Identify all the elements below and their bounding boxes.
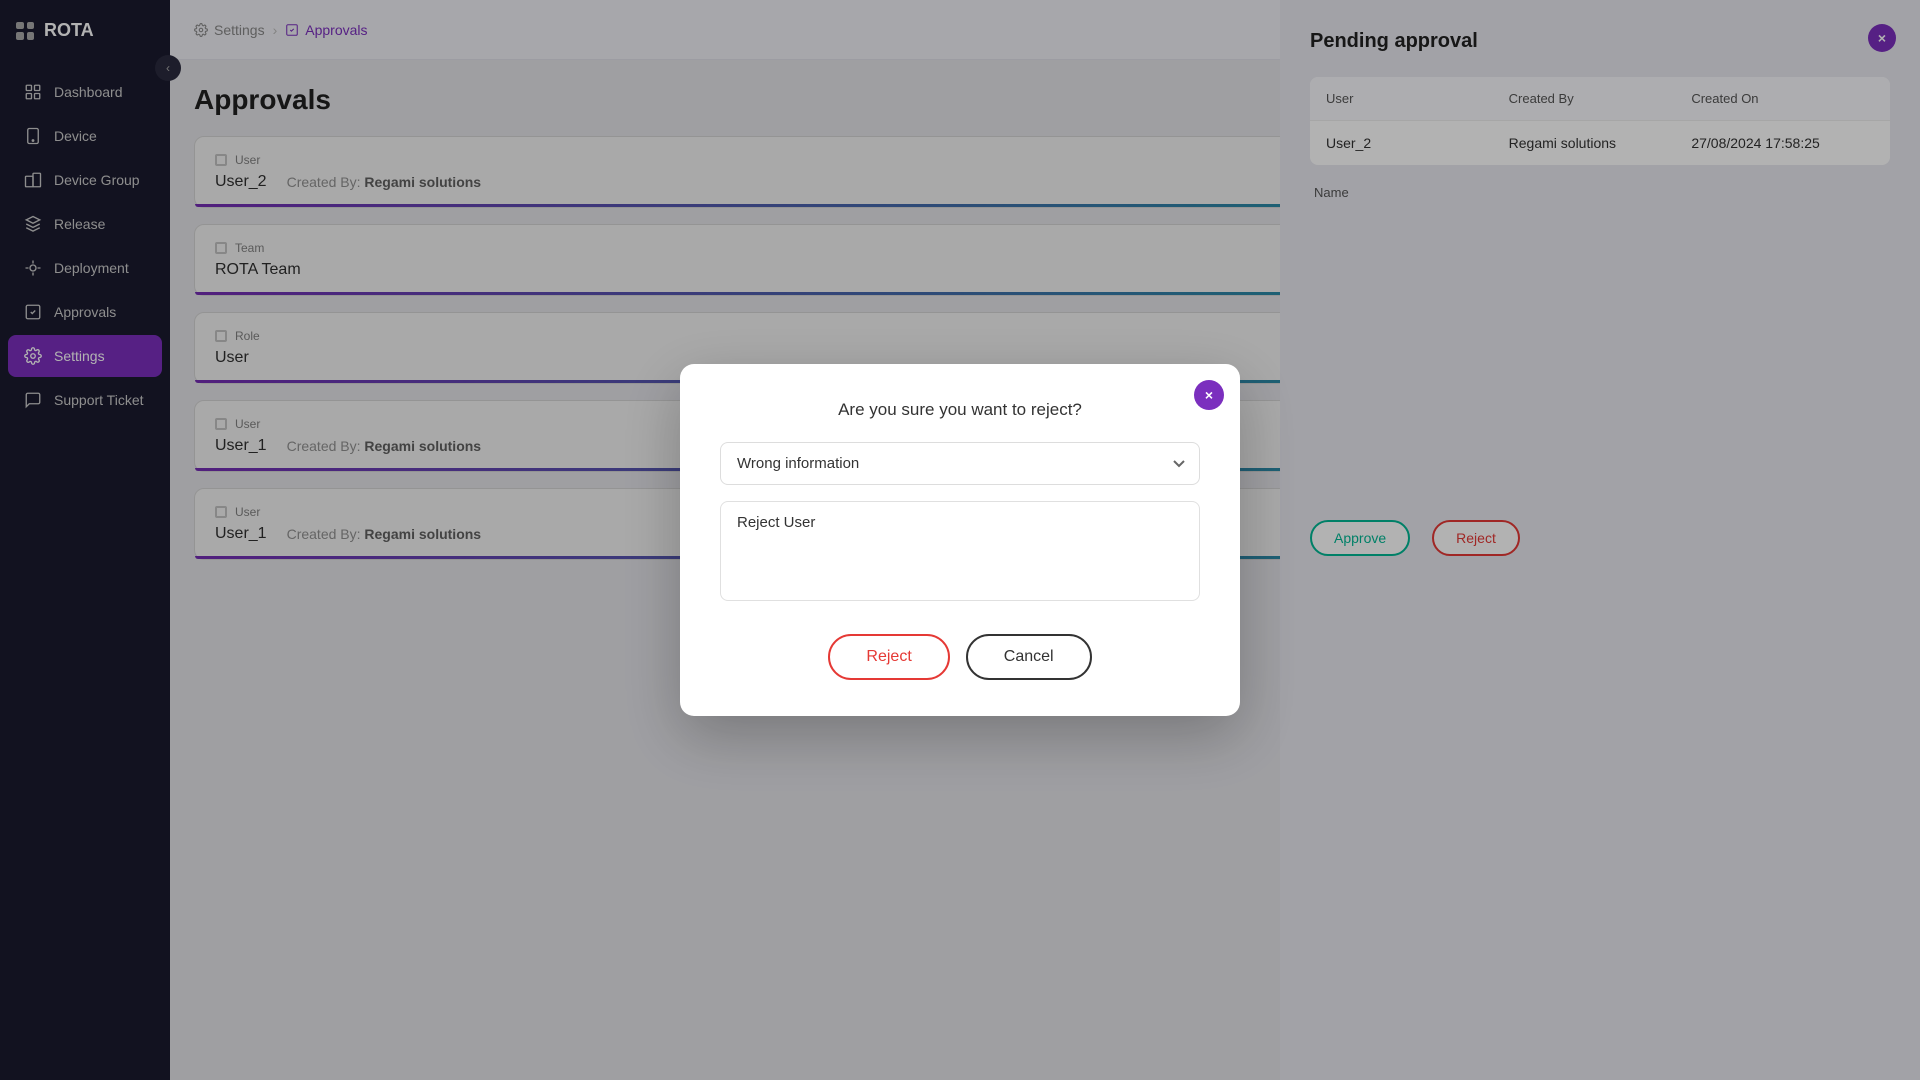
modal-actions: Reject Cancel [720, 634, 1200, 680]
modal-reject-button[interactable]: Reject [828, 634, 949, 680]
modal-cancel-button[interactable]: Cancel [966, 634, 1092, 680]
reject-modal: × Are you sure you want to reject? Wrong… [680, 364, 1240, 716]
modal-close-button[interactable]: × [1194, 380, 1224, 410]
reject-reason-select[interactable]: Wrong information Incomplete information… [720, 442, 1200, 485]
modal-overlay: × Are you sure you want to reject? Wrong… [0, 0, 1920, 1080]
modal-question: Are you sure you want to reject? [720, 400, 1200, 420]
reject-reason-textarea[interactable]: Reject User [720, 501, 1200, 601]
